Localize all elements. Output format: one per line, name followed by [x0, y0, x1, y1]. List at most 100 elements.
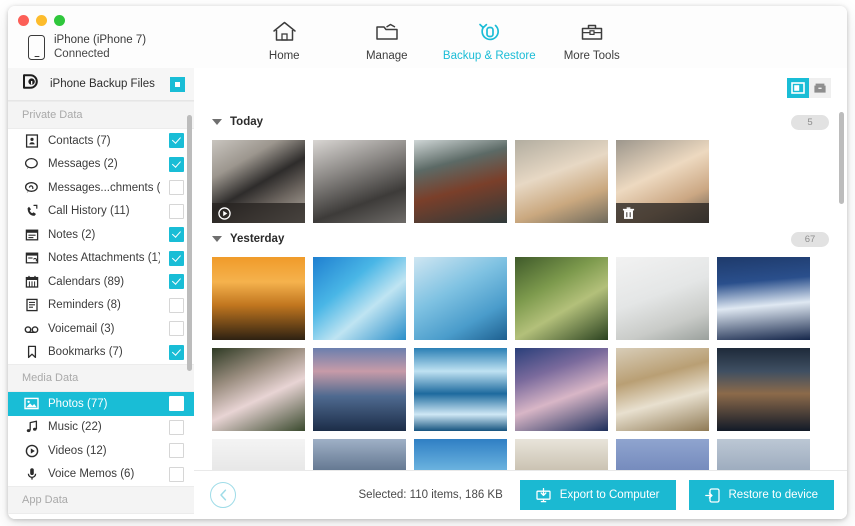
photo-fan-chair[interactable] — [212, 140, 305, 223]
photo-deer-running[interactable] — [616, 348, 709, 431]
sidebar-item-notes[interactable]: Notes (2) — [8, 223, 194, 247]
play-icon[interactable] — [218, 206, 231, 220]
sidebar-group-media-data: Media Data — [8, 364, 194, 392]
video-play-icon — [24, 443, 39, 458]
photo-grid-yesterday — [194, 251, 847, 482]
sidebar-item-messages[interactable]: Messages (2) — [8, 153, 194, 177]
photo-washing-hands[interactable] — [616, 257, 709, 340]
sidebar-item-music-checkbox[interactable] — [169, 419, 184, 435]
sidebar-item-call-history-checkbox[interactable] — [169, 203, 184, 219]
sidebar-item-bookmarks-checkbox[interactable] — [169, 344, 184, 360]
sidebar-item-notes-attachments-label: Notes Attachments (1) — [48, 252, 160, 265]
sidebar-item-voice-memos[interactable]: Voice Memos (6) — [8, 463, 194, 487]
sidebar-item-contacts[interactable]: Contacts (7) — [8, 129, 194, 153]
sidebar-group-app-data: App Data — [8, 486, 194, 514]
sidebar-item-music[interactable]: Music (22) — [8, 416, 194, 440]
sidebar-item-messages-checkbox[interactable] — [169, 156, 184, 172]
section-header-today[interactable]: Today 5 — [194, 110, 847, 134]
sidebar-item-notes-attachments[interactable]: Notes Attachments (1) — [8, 247, 194, 271]
export-to-computer-button[interactable]: Export to Computer — [519, 480, 676, 510]
main-navigation: Home Manage Backup & Restore More Tools — [233, 14, 643, 68]
message-bubble-icon — [24, 157, 39, 172]
photo-blonde-1[interactable] — [515, 140, 608, 223]
photo-scroll-area[interactable]: Today 5 Yesterday 67 — [194, 106, 847, 482]
device-connection-status: Connected — [54, 48, 110, 60]
photo-beluga-whales[interactable] — [414, 348, 507, 431]
sidebar-item-calendars[interactable]: Calendars (89) — [8, 270, 194, 294]
archive-view-button[interactable] — [809, 78, 831, 98]
sidebar-scrollbar[interactable] — [187, 115, 192, 371]
tab-home[interactable]: Home — [233, 14, 336, 68]
sidebar-item-videos-checkbox[interactable] — [169, 443, 184, 459]
photo-night-alley[interactable] — [717, 348, 810, 431]
sidebar-item-contacts-checkbox[interactable] — [169, 133, 184, 149]
photo-swimmer-aerial[interactable] — [414, 257, 507, 340]
restore-to-device-label: Restore to device — [728, 489, 819, 501]
device-status: iPhone (iPhone 7) Connected — [28, 33, 146, 61]
section-count-today: 5 — [791, 114, 829, 130]
view-toggle-group — [787, 78, 831, 98]
sidebar-item-photos[interactable]: Photos (77) — [8, 392, 194, 416]
sidebar-item-voicemail-label: Voicemail (3) — [48, 322, 115, 335]
home-icon — [272, 18, 297, 45]
tab-manage[interactable]: Manage — [336, 14, 439, 68]
photo-blonde-2[interactable] — [616, 140, 709, 223]
photo-grid-today — [194, 134, 847, 223]
title-bar: iPhone (iPhone 7) Connected Home Manage … — [8, 6, 847, 69]
trash-icon[interactable] — [622, 206, 635, 220]
sidebar-item-reminders-checkbox[interactable] — [169, 297, 184, 313]
iphone-icon — [28, 34, 45, 60]
grid-view-button[interactable] — [787, 78, 809, 98]
restore-to-device-button[interactable]: Restore to device — [688, 480, 834, 510]
photo-cherry-blossom[interactable] — [515, 348, 608, 431]
sidebar-item-voicemail[interactable]: Voicemail (3) — [8, 317, 194, 341]
export-to-computer-icon — [536, 487, 551, 502]
tab-backup-restore-label: Backup & Restore — [442, 50, 536, 62]
photo-dusk-sea[interactable] — [313, 348, 406, 431]
photo-ocean-waves[interactable] — [717, 257, 810, 340]
minimize-button[interactable] — [36, 15, 47, 26]
section-count-yesterday: 67 — [791, 231, 829, 247]
tab-backup-restore[interactable]: Backup & Restore — [438, 14, 541, 68]
photo-peony-flower[interactable] — [212, 348, 305, 431]
square-toggle-button[interactable] — [170, 76, 185, 92]
close-button[interactable] — [18, 15, 29, 26]
sidebar-item-notes-label: Notes (2) — [48, 228, 96, 241]
sidebar-item-voicemail-checkbox[interactable] — [169, 321, 184, 337]
reminder-list-icon — [24, 298, 39, 313]
sidebar-item-notes-attachments-checkbox[interactable] — [169, 250, 184, 266]
archive-box-icon — [814, 83, 826, 93]
sidebar-item-bookmarks[interactable]: Bookmarks (7) — [8, 341, 194, 365]
chevron-down-icon[interactable] — [212, 236, 222, 242]
sidebar-item-call-history[interactable]: Call History (11) — [8, 200, 194, 224]
main-scrollbar[interactable] — [839, 112, 844, 204]
photo-portrait-bw[interactable] — [313, 140, 406, 223]
sidebar-header[interactable]: iPhone Backup Files — [8, 68, 194, 101]
sidebar-item-messages-attachments[interactable]: Messages...chments (6) — [8, 176, 194, 200]
back-button[interactable] — [210, 482, 236, 508]
window-grid-icon — [791, 82, 805, 94]
photo-rice-terraces[interactable] — [515, 257, 608, 340]
sidebar-item-messages-attachments-checkbox[interactable] — [169, 180, 184, 196]
restore-circle-icon — [477, 18, 502, 45]
sidebar-item-calendars-checkbox[interactable] — [169, 274, 184, 290]
sidebar-item-notes-checkbox[interactable] — [169, 227, 184, 243]
section-header-yesterday[interactable]: Yesterday 67 — [194, 227, 847, 251]
chevron-down-icon[interactable] — [212, 119, 222, 125]
calendar-icon — [24, 274, 39, 289]
maximize-button[interactable] — [54, 15, 65, 26]
sidebar-item-voice-memos-label: Voice Memos (6) — [48, 468, 135, 481]
sidebar-item-music-label: Music (22) — [48, 421, 102, 434]
sidebar-item-reminders[interactable]: Reminders (8) — [8, 294, 194, 318]
sidebar-item-call-history-label: Call History (11) — [48, 205, 130, 218]
sidebar-item-voice-memos-checkbox[interactable] — [169, 466, 184, 482]
photo-poolside-hat[interactable] — [313, 257, 406, 340]
sidebar-item-videos[interactable]: Videos (12) — [8, 439, 194, 463]
sidebar-item-photos-checkbox[interactable] — [169, 396, 184, 412]
photo-paris-peace[interactable] — [414, 140, 507, 223]
bookmark-icon — [24, 345, 39, 360]
sidebar-item-messages-attachments-label: Messages...chments (6) — [48, 181, 160, 194]
tab-more-tools[interactable]: More Tools — [541, 14, 644, 68]
photo-icon — [24, 396, 39, 411]
photo-sunset-coast[interactable] — [212, 257, 305, 340]
